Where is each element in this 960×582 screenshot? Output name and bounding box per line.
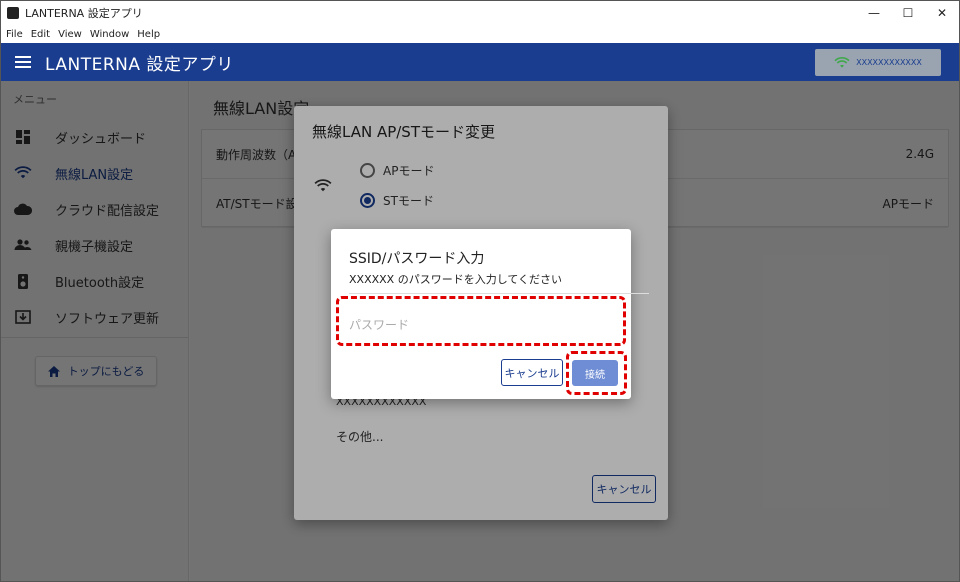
menu-bar: File Edit View Window Help — [1, 25, 959, 43]
dialog-subtitle: XXXXXX のパスワードを入力してください — [349, 273, 563, 286]
title-bar: LANTERNA 設定アプリ — ☐ ✕ — [1, 1, 959, 25]
highlight-password-field — [336, 296, 626, 346]
menu-help[interactable]: Help — [137, 29, 160, 40]
menu-edit[interactable]: Edit — [31, 29, 50, 40]
app-header: LANTERNA 設定アプリ XXXXXXXXXXXX — [1, 43, 959, 81]
cancel-button[interactable]: キャンセル — [501, 359, 563, 386]
wifi-ssid-label: XXXXXXXXXXXX — [856, 58, 922, 67]
wifi-icon — [834, 56, 850, 68]
maximize-button[interactable]: ☐ — [891, 1, 925, 25]
window-title: LANTERNA 設定アプリ — [25, 7, 143, 20]
wifi-status-button[interactable]: XXXXXXXXXXXX — [815, 49, 941, 76]
hamburger-menu-icon[interactable] — [15, 53, 31, 71]
password-dialog: SSID/パスワード入力 XXXXXX のパスワードを入力してください キャンセ… — [331, 229, 649, 399]
app-title: LANTERNA 設定アプリ — [45, 54, 234, 75]
menu-window[interactable]: Window — [90, 29, 129, 40]
menu-file[interactable]: File — [6, 29, 23, 40]
app-icon — [7, 7, 19, 19]
dialog-divider — [349, 293, 649, 294]
minimize-button[interactable]: — — [857, 1, 891, 25]
app-window: LANTERNA 設定アプリ — ☐ ✕ File Edit View Wind… — [0, 0, 960, 582]
highlight-connect-button — [566, 351, 627, 395]
dialog-title: SSID/パスワード入力 — [349, 251, 485, 267]
close-button[interactable]: ✕ — [925, 1, 959, 25]
menu-view[interactable]: View — [58, 29, 82, 40]
